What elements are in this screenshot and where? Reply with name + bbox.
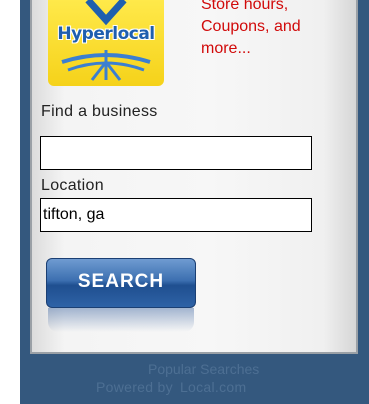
- find-business-label: Find a business: [41, 103, 158, 120]
- logo-wordmark: Hyperlocal: [57, 24, 155, 44]
- business-input[interactable]: [40, 136, 312, 170]
- location-input[interactable]: [40, 198, 312, 232]
- local-com-link[interactable]: Local.com: [180, 379, 247, 395]
- powered-by: Powered by Local.com: [96, 379, 246, 395]
- hyperlocal-logo: Hyperlocal: [48, 0, 164, 86]
- promo-text: Store hours, Coupons, and more...: [201, 0, 301, 57]
- popular-searches-link[interactable]: Popular Searches: [148, 361, 259, 377]
- powered-by-text: Powered by: [96, 379, 173, 395]
- search-button[interactable]: SEARCH: [46, 258, 198, 332]
- search-button-reflection: [48, 308, 194, 332]
- location-label: Location: [41, 177, 104, 194]
- search-button-label: SEARCH: [77, 271, 165, 292]
